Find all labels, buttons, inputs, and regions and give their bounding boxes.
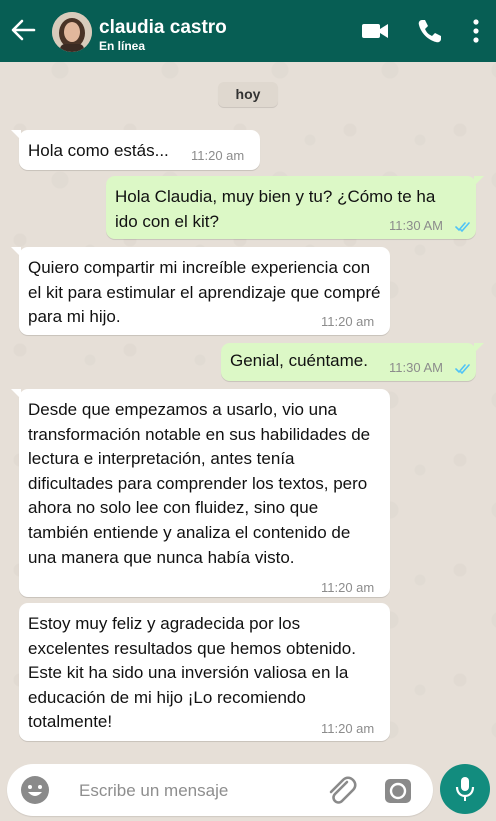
camera-icon[interactable] — [383, 776, 413, 806]
message-bubble-outgoing[interactable]: Hola Claudia, muy bien y tu? ¿Cómo te ha… — [106, 176, 484, 239]
read-ticks-icon — [455, 222, 470, 233]
message-time: 11:20 am — [321, 721, 375, 736]
message-bubble-incoming[interactable]: Hola como estás... 11:20 am — [11, 130, 260, 170]
microphone-button[interactable] — [440, 764, 490, 814]
microphone-icon — [455, 777, 475, 801]
message-text: Desde que empezamos a usarlo, vio una tr… — [28, 400, 371, 567]
message-time: 11:30 AM — [389, 218, 443, 233]
message-composer: Escribe un mensaje — [7, 764, 433, 816]
attach-clip-icon[interactable] — [323, 773, 359, 809]
message-bubble-incoming[interactable]: Desde que empezamos a usarlo, vio una tr… — [11, 389, 390, 597]
read-ticks-icon — [455, 364, 470, 375]
date-separator: hoy — [218, 82, 278, 107]
contact-name[interactable]: claudia castro — [99, 17, 227, 39]
phone-call-icon[interactable] — [416, 17, 444, 45]
video-call-icon[interactable] — [360, 17, 390, 45]
message-time: 11:20 am — [321, 314, 375, 329]
message-input[interactable]: Escribe un mensaje — [79, 781, 228, 801]
avatar[interactable] — [52, 12, 92, 52]
more-vertical-icon[interactable] — [466, 17, 486, 45]
message-bubble-outgoing[interactable]: Genial, cuéntame. 11:30 AM — [221, 343, 484, 381]
contact-status: En línea — [99, 39, 146, 53]
chat-header: claudia castro En línea — [0, 0, 496, 62]
chat-screen: claudia castro En línea hoy Hola como es… — [0, 0, 496, 821]
message-time: 11:30 AM — [389, 360, 443, 375]
message-time: 11:20 am — [191, 148, 245, 163]
emoji-icon[interactable] — [19, 774, 51, 806]
message-text: Estoy muy feliz y agradecida por los exc… — [28, 614, 356, 732]
message-bubble-incoming[interactable]: Quiero compartir mi increíble experienci… — [11, 247, 390, 335]
arrow-left-icon[interactable] — [8, 15, 38, 45]
message-time: 11:20 am — [321, 580, 375, 595]
message-bubble-incoming[interactable]: Estoy muy feliz y agradecida por los exc… — [19, 603, 390, 741]
